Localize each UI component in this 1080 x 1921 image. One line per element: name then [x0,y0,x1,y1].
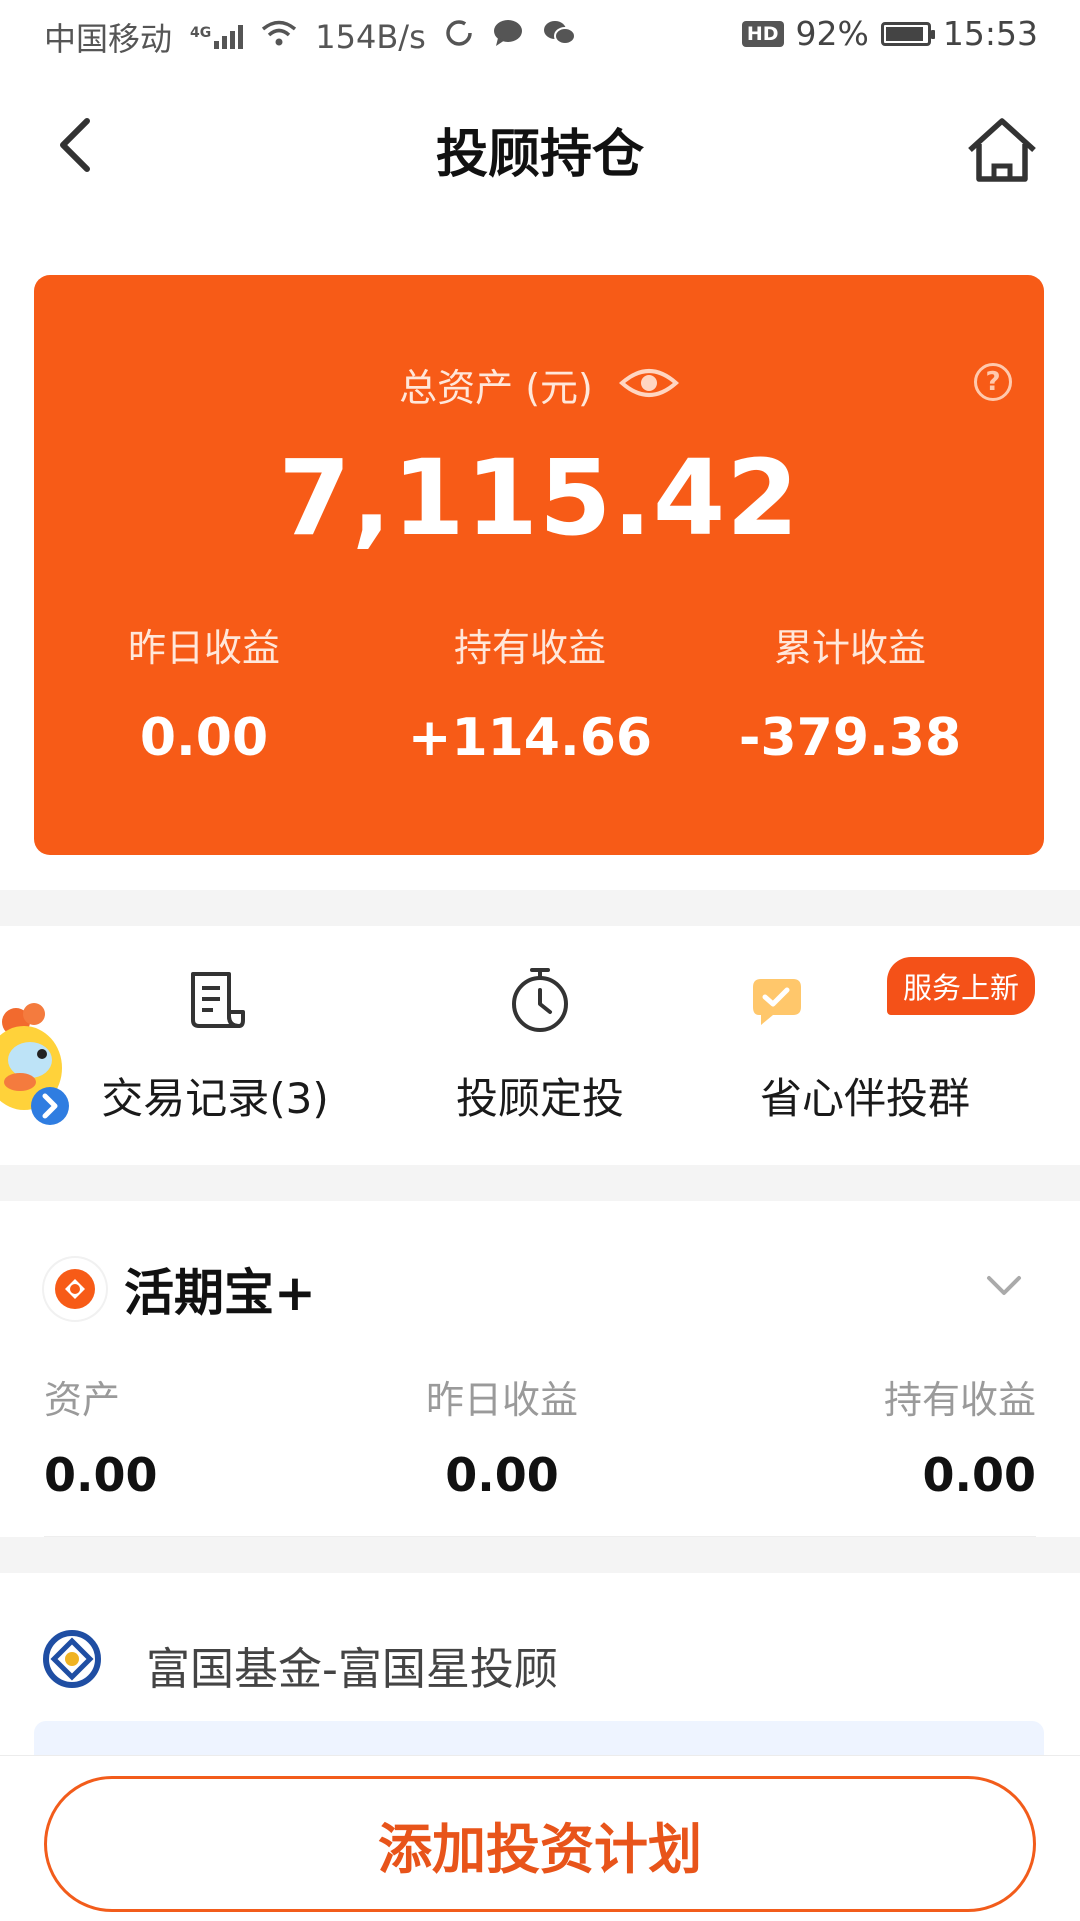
action-investor-group[interactable]: 服务上新 省心伴投群 [740,955,1035,1165]
section-divider [0,890,1080,926]
provider-card[interactable]: 富国基金-富国星投顾 [0,1573,1080,1781]
clock-time: 15:53 [942,14,1038,53]
product-name: 活期宝+ [124,1264,316,1322]
add-investment-plan-button[interactable]: 添加投资计划 [44,1776,1036,1912]
asset-summary-card: 总资产 (元) ? 7,115.42 昨日收益 0.00 持有收益 +114.6… [34,275,1044,855]
battery-percent: 92% [795,14,869,53]
product-card[interactable]: 活期宝+ 资产 0.00 昨日收益 0.00 持有收益 0.00 [0,1201,1080,1538]
carrier-label: 中国移动 [44,20,173,58]
stat-yesterday: 昨日收益 0.00 [104,617,304,768]
section-divider [0,1537,1080,1573]
network-speed: 154B/s [315,18,426,56]
eye-icon[interactable] [618,365,679,405]
battery-icon [880,21,935,46]
bottom-bar: 添加投资计划 [0,1755,1080,1921]
column-label: 持有收益 [883,1378,1036,1422]
signal-icon: 4G [190,25,244,49]
column-value: 0.00 [44,1448,158,1502]
product-logo-icon [44,1258,106,1320]
sync-icon [444,18,474,56]
product-holding-earnings: 持有收益 0.00 [884,1369,1036,1502]
status-bar: 中国移动 4G 154B/s HD 92% 15:53 [0,0,1080,72]
chat-icon [749,965,811,1035]
action-trade-records[interactable]: 交易记录(3) [90,955,340,1165]
action-label: 省心伴投群 [759,1074,970,1123]
home-icon [968,118,1036,182]
action-auto-invest[interactable]: 投顾定投 [420,955,660,1165]
wifi-icon [261,18,297,56]
provider-name: 富国基金-富国星投顾 [146,1644,558,1695]
message-icon [492,18,524,56]
action-label: 投顾定投 [455,1074,624,1123]
clock-icon [508,965,572,1035]
stat-cumulative: 累计收益 -379.38 [720,617,980,768]
total-assets-label: 总资产 (元) [399,366,593,410]
provider-logo-icon [38,1625,106,1693]
stat-value: -379.38 [738,708,962,768]
stat-label: 昨日收益 [127,626,280,670]
column-value: 0.00 [922,1448,1037,1502]
stat-label: 累计收益 [773,626,926,670]
page-title: 投顾持仓 [435,125,644,185]
action-label: 交易记录(3) [101,1074,329,1123]
help-icon[interactable]: ? [974,363,1012,401]
new-service-badge: 服务上新 [886,957,1035,1015]
column-label: 资产 [44,1378,121,1422]
quick-actions: 交易记录(3) 投顾定投 服务上新 省心伴投群 [0,955,1080,1165]
stat-label: 持有收益 [453,626,606,670]
product-yesterday-earnings: 昨日收益 0.00 [426,1369,578,1502]
stat-holding: 持有收益 +114.66 [400,617,660,768]
chevron-down-icon[interactable] [986,1275,1022,1301]
hd-badge: HD [741,20,784,47]
section-divider [0,1165,1080,1201]
total-assets-value: 7,115.42 [278,437,800,559]
network-type: 4G [190,25,212,41]
wechat-icon [542,18,576,56]
product-assets: 资产 0.00 [44,1369,158,1502]
stat-value: +114.66 [407,708,653,768]
stat-value: 0.00 [139,708,269,768]
home-button[interactable] [962,110,1042,190]
column-label: 昨日收益 [426,1378,579,1422]
nav-bar: 投顾持仓 [0,90,1080,200]
receipt-icon [183,965,247,1035]
column-value: 0.00 [445,1448,559,1502]
